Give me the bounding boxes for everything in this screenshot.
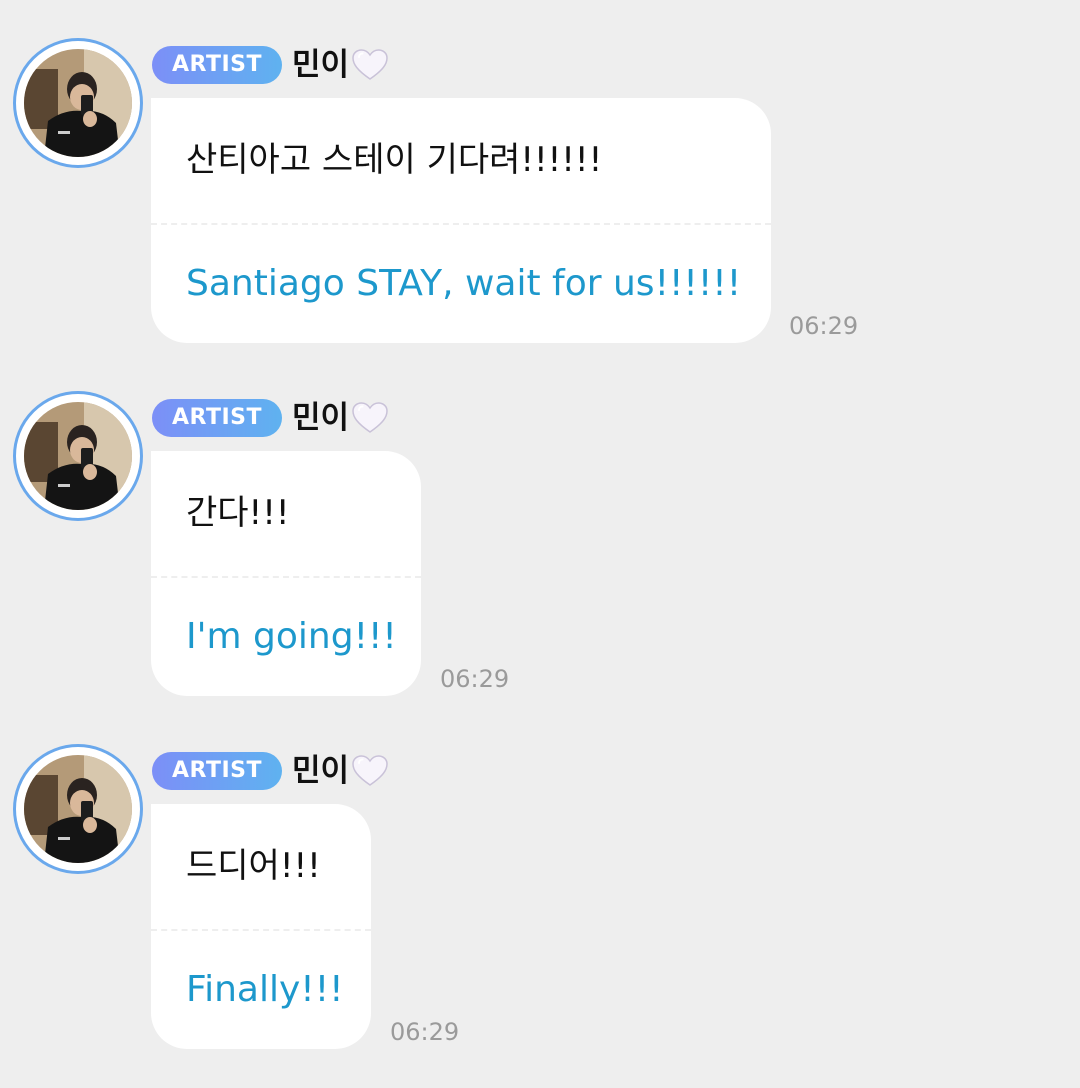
korean-text: 드디어!!! <box>186 846 321 886</box>
message-bubble[interactable]: 간다!!! I'm going!!! <box>151 451 421 696</box>
korean-text: 산티아고 스테이 기다려!!!!!! <box>186 140 603 180</box>
timestamp: 06:29 <box>390 1018 460 1046</box>
chat-message: ARTIST 민이 산티아고 스테이 기다려!!!!!! Santiago ST… <box>0 0 1080 353</box>
avatar[interactable] <box>13 38 143 168</box>
sender-name: 민이 <box>292 47 350 83</box>
message-bubble[interactable]: 산티아고 스테이 기다려!!!!!! Santiago STAY, wait f… <box>151 98 771 343</box>
timestamp: 06:29 <box>789 312 859 340</box>
chat-message: ARTIST 민이 간다!!! I'm going!!! 06:29 <box>0 353 1080 706</box>
avatar-photo <box>24 49 132 157</box>
message-header: ARTIST 민이 <box>152 44 389 86</box>
message-bubble[interactable]: 드디어!!! Finally!!! <box>151 804 371 1049</box>
sender-name: 민이 <box>292 400 350 436</box>
white-heart-icon <box>351 754 389 788</box>
timestamp: 06:29 <box>440 665 510 693</box>
white-heart-icon <box>351 401 389 435</box>
avatar-photo <box>24 402 132 510</box>
message-header: ARTIST 민이 <box>152 397 389 439</box>
avatar[interactable] <box>13 744 143 874</box>
artist-badge: ARTIST <box>152 46 283 84</box>
chat-message: ARTIST 민이 드디어!!! Finally!!! 06:29 <box>0 706 1080 1059</box>
translation-text: Santiago STAY, wait for us!!!!!! <box>186 263 742 304</box>
avatar[interactable] <box>13 391 143 521</box>
translation-text: I'm going!!! <box>186 616 397 657</box>
korean-text: 간다!!! <box>186 493 290 533</box>
sender-name: 민이 <box>292 753 350 789</box>
artist-badge: ARTIST <box>152 752 283 790</box>
message-header: ARTIST 민이 <box>152 750 389 792</box>
white-heart-icon <box>351 48 389 82</box>
avatar-photo <box>24 755 132 863</box>
translation-text: Finally!!! <box>186 969 344 1010</box>
artist-badge: ARTIST <box>152 399 283 437</box>
